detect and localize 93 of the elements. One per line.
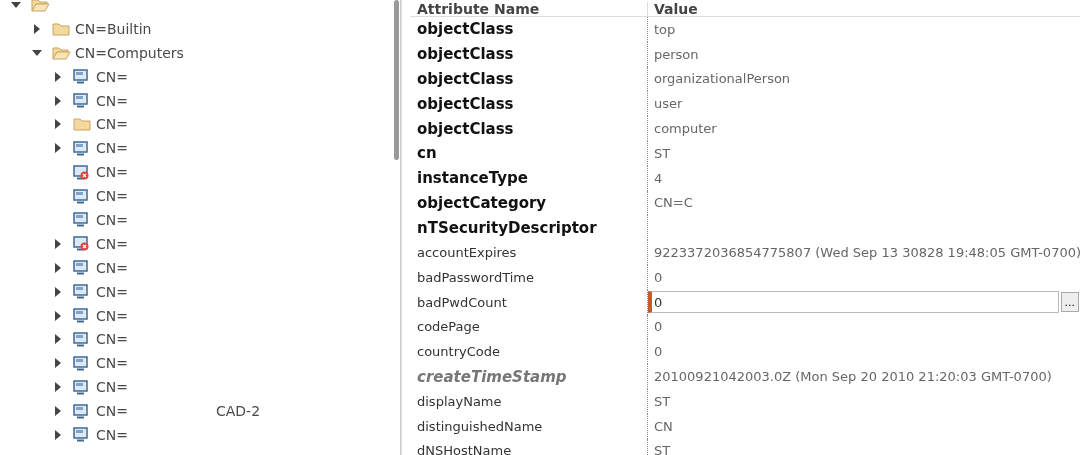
monitor-icon [73, 140, 88, 156]
attribute-name: instanceType [416, 169, 529, 188]
attribute-name: countryCode [416, 344, 501, 360]
tree-item-label[interactable]: CN= [96, 355, 128, 372]
collapsed-arrow-icon[interactable] [55, 71, 61, 82]
attribute-value: user [654, 96, 683, 112]
tree-item-label[interactable]: CN= [96, 164, 128, 181]
attribute-name: createTimeStamp [416, 367, 568, 386]
monitor-icon [73, 355, 88, 371]
attribute-value: CN [654, 418, 673, 434]
tree-item-label[interactable]: CN= [96, 140, 128, 157]
collapsed-arrow-icon[interactable] [34, 23, 40, 34]
monitor-icon [73, 284, 88, 300]
value-input-field[interactable]: 0 [648, 291, 1059, 314]
collapsed-arrow-icon[interactable] [55, 119, 61, 130]
monitor-icon [73, 308, 88, 323]
attribute-value: 0 [654, 319, 663, 335]
tree-item-label[interactable]: CN= [96, 211, 128, 228]
expanded-arrow-icon[interactable] [11, 1, 21, 8]
monitor-icon [73, 260, 88, 276]
tree-item-label[interactable]: CN= [96, 426, 128, 443]
monitor-error-icon [73, 236, 89, 252]
monitor-icon [73, 331, 88, 347]
column-header[interactable]: Attribute Name [410, 2, 647, 16]
monitor-icon [73, 379, 88, 395]
attribute-value: top [654, 21, 676, 37]
monitor-icon [73, 427, 88, 443]
collapsed-arrow-icon[interactable] [55, 358, 61, 369]
attribute-name: cn [416, 144, 438, 163]
tree-item-label[interactable]: CN=Builtin [75, 20, 152, 37]
attribute-value: CN=C [654, 195, 693, 211]
attribute-value: 4 [654, 170, 663, 186]
attribute-value: 9223372036854775807 (Wed Sep 13 30828 19:48:05 GMT-0700) [654, 245, 1080, 261]
attribute-value: person [654, 46, 699, 62]
collapsed-arrow-icon[interactable] [55, 310, 61, 321]
column-header[interactable]: Value [647, 2, 1080, 16]
attribute-value: ST [654, 145, 671, 161]
tree-item-label[interactable]: CAD-2 [216, 403, 261, 420]
attribute-name: objectClass [416, 70, 515, 88]
attribute-name: displayName [416, 393, 503, 409]
attribute-name: objectCategory [416, 193, 548, 212]
collapsed-arrow-icon[interactable] [55, 406, 61, 417]
attribute-value: 20100921042003.0Z (Mon Sep 20 2010 21:20:03 GMT-0700) [654, 369, 1052, 385]
open-folder-icon [31, 0, 50, 12]
monitor-error-icon [73, 164, 89, 180]
collapsed-arrow-icon[interactable] [55, 143, 61, 154]
open-folder-icon [52, 45, 71, 60]
monitor-icon [73, 93, 88, 108]
attribute-name: accountExpires [416, 245, 518, 261]
tree-item-label[interactable]: CN= [96, 235, 128, 252]
monitor-icon [73, 188, 88, 204]
tree-item-label[interactable]: CN= [96, 331, 128, 348]
attribute-value: computer [654, 121, 717, 137]
collapsed-arrow-icon[interactable] [55, 429, 61, 440]
attribute-value: organizationalPerson [654, 71, 791, 87]
collapsed-arrow-icon[interactable] [55, 238, 61, 249]
attribute-name: dNSHostName [416, 443, 513, 455]
tree-item-label[interactable]: CN= [96, 92, 128, 109]
tree-item-label[interactable]: CN= [96, 68, 128, 85]
attribute-value: 0 [654, 269, 663, 285]
attribute-name: codePage [416, 319, 481, 335]
attribute-value: ST [654, 393, 671, 409]
tree-item-label[interactable]: CN= [96, 379, 128, 396]
monitor-icon [73, 403, 88, 419]
tree-item-label[interactable]: CN=Computers [75, 44, 184, 61]
tree-item-label[interactable]: CN= [96, 259, 128, 276]
attribute-name: nTSecurityDescriptor [416, 218, 598, 237]
scrollbar[interactable] [394, 0, 399, 160]
expanded-arrow-icon[interactable] [32, 49, 42, 56]
attribute-name: badPasswordTime [416, 269, 535, 285]
collapsed-arrow-icon[interactable] [55, 334, 61, 345]
attribute-name: objectClass [416, 45, 515, 64]
attribute-value: ST [654, 443, 671, 455]
monitor-icon [73, 212, 88, 228]
collapsed-arrow-icon[interactable] [55, 262, 61, 273]
collapsed-arrow-icon[interactable] [55, 95, 61, 106]
collapsed-arrow-icon[interactable] [55, 382, 61, 393]
tree-item-label[interactable]: CN= [96, 116, 128, 133]
collapsed-arrow-icon[interactable] [55, 286, 61, 297]
tree-item-label[interactable]: CN= [96, 403, 128, 420]
attribute-name: objectClass [416, 94, 515, 113]
folder-icon [52, 21, 70, 36]
tree-item-label[interactable]: CN= [96, 307, 128, 324]
monitor-icon [73, 69, 88, 85]
attribute-value: 0 [654, 344, 663, 360]
attribute-name: badPwdCount [416, 294, 508, 310]
tree-item-label[interactable]: CN= [96, 283, 128, 300]
edit-button[interactable]: ... [1060, 292, 1079, 313]
attribute-name: objectClass [416, 20, 515, 39]
folder-icon [73, 117, 91, 132]
tree-item-label[interactable]: CN= [96, 188, 128, 205]
attribute-name: objectClass [416, 119, 515, 138]
attribute-name: distinguishedName [416, 418, 544, 434]
